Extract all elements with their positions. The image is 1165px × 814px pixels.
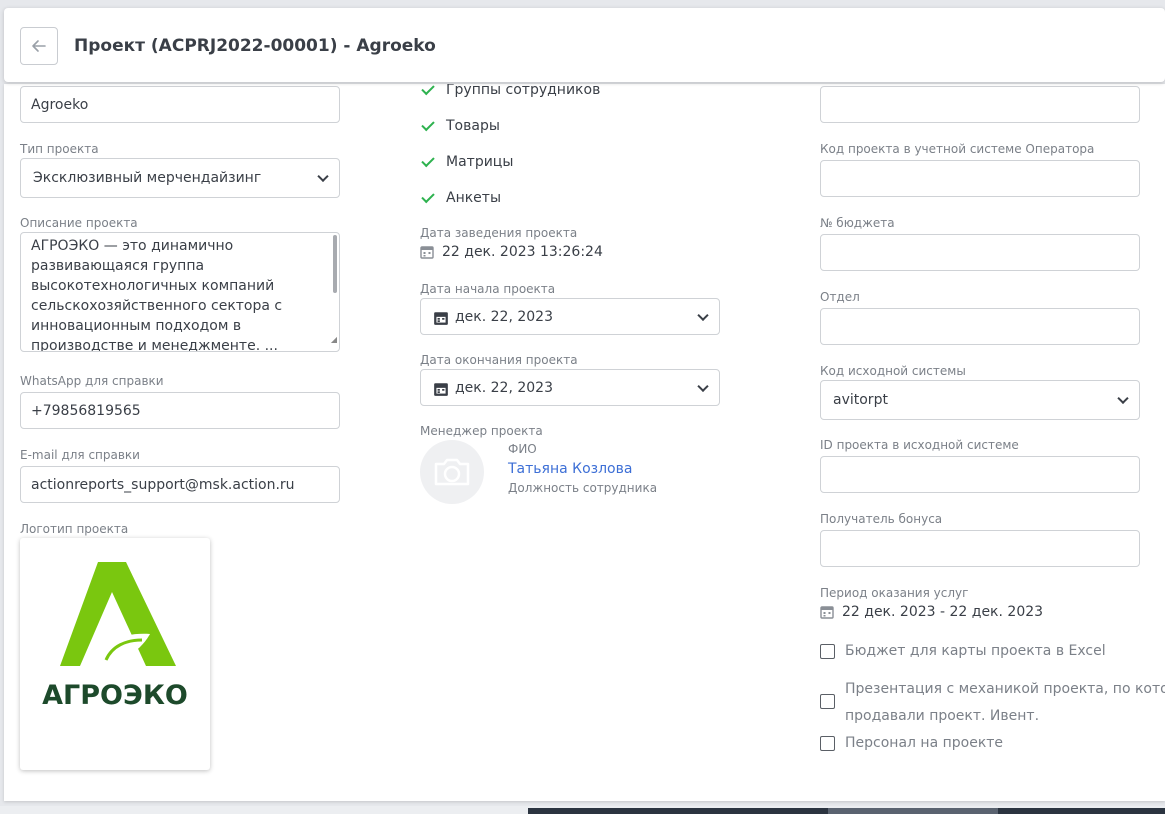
manager-name-link[interactable]: Татьяна Козлова [508, 461, 632, 477]
chevron-down-icon [697, 309, 709, 321]
checkbox-icon[interactable] [820, 643, 835, 659]
project-type-label: Тип проекта [20, 142, 99, 156]
project-type-value: Эксклюзивный мерчендайзинг [33, 170, 262, 186]
whatsapp-input[interactable]: +79856819565 [20, 392, 340, 429]
budget-label: № бюджета [820, 216, 895, 230]
taskbar-mid-segment [828, 808, 998, 814]
checkbox-budget-excel[interactable]: Бюджет для карты проекта в Excel [820, 637, 1106, 665]
checkbox-label-line1: Презентация с механикой проекта, по кото… [845, 681, 1165, 697]
textarea-scrollbar[interactable] [333, 235, 337, 293]
end-date-picker[interactable]: дек. 22, 2023 [420, 369, 720, 406]
start-date-value: дек. 22, 2023 [455, 308, 553, 325]
manager-avatar[interactable] [420, 440, 484, 504]
calendar-icon [420, 245, 434, 259]
email-input[interactable]: actionreports_support@msk.action.ru [20, 466, 340, 503]
calendar-icon [433, 381, 448, 396]
check-employee-groups: Группы сотрудников [420, 84, 600, 98]
project-name-value: Agroeko [31, 96, 89, 113]
project-form: Agroeko Тип проекта Эксклюзивный мерченд… [4, 84, 1165, 801]
checkbox-label: Бюджет для карты проекта в Excel [845, 643, 1106, 659]
operator-code-input[interactable] [820, 160, 1140, 197]
end-date-value: дек. 22, 2023 [455, 379, 553, 396]
service-period: 22 дек. 2023 - 22 дек. 2023 [820, 604, 1043, 620]
source-code-label: Код исходной системы [820, 364, 966, 378]
email-value: actionreports_support@msk.action.ru [31, 476, 295, 493]
page-title: Проект (ACPRJ2022-00001) - Agroeko [74, 36, 436, 56]
created-date: 22 дек. 2023 13:26:24 [420, 244, 603, 260]
check-label: Матрицы [446, 154, 514, 170]
manager-label: Менеджер проекта [420, 424, 543, 438]
source-code-select[interactable]: avitorpt [820, 380, 1140, 420]
checkbox-label-line2: продавали проект. Ивент. [845, 708, 1040, 724]
budget-input[interactable] [820, 234, 1140, 271]
bottom-taskbar-strip [0, 806, 1165, 814]
check-label: Анкеты [446, 190, 502, 206]
check-label: Товары [446, 118, 500, 134]
check-icon [421, 117, 435, 131]
top-right-input[interactable] [820, 86, 1140, 123]
chevron-down-icon [317, 170, 329, 183]
checkbox-icon[interactable] [820, 735, 835, 751]
project-description-value: АГРОЭКО — это динамично развивающаяся гр… [31, 238, 283, 352]
page-header: Проект (ACPRJ2022-00001) - Agroeko [4, 8, 1165, 82]
start-date-picker[interactable]: дек. 22, 2023 [420, 298, 720, 335]
checkbox-icon[interactable] [820, 693, 835, 709]
department-input[interactable] [820, 308, 1140, 345]
check-label: Группы сотрудников [446, 84, 601, 98]
project-description-textarea[interactable]: АГРОЭКО — это динамично развивающаяся гр… [20, 232, 340, 352]
service-period-value: 22 дек. 2023 - 22 дек. 2023 [842, 604, 1044, 620]
operator-code-label: Код проекта в учетной системе Оператора [820, 142, 1095, 156]
checkbox-presentation[interactable]: Презентация с механикой проекта, по кото… [820, 674, 1165, 728]
check-icon [421, 189, 435, 203]
created-date-label: Дата заведения проекта [420, 226, 578, 240]
source-code-value: avitorpt [833, 392, 888, 408]
arrow-left-icon [32, 40, 46, 52]
email-label: E-mail для справки [20, 448, 140, 462]
logo-label: Логотип проекта [20, 522, 129, 536]
project-name-input[interactable]: Agroeko [20, 86, 340, 123]
manager-position: Должность сотрудника [508, 481, 658, 495]
calendar-icon [433, 310, 448, 325]
project-type-select[interactable]: Эксклюзивный мерчендайзинг [20, 158, 340, 198]
logo-text: АГРОЭКО [42, 680, 188, 711]
manager-fio-label: ФИО [508, 442, 537, 456]
back-button[interactable] [20, 27, 58, 65]
chevron-down-icon [1117, 392, 1129, 405]
check-surveys: Анкеты [420, 189, 502, 206]
project-logo[interactable]: АГРОЭКО [20, 538, 210, 770]
camera-icon [434, 458, 470, 486]
check-matrices: Матрицы [420, 153, 514, 170]
bonus-recipient-input[interactable] [820, 530, 1140, 567]
source-id-label: ID проекта в исходной системе [820, 438, 1019, 452]
source-id-input[interactable] [820, 456, 1140, 493]
resize-handle-icon[interactable]: ◢ [331, 330, 337, 350]
checkbox-label-multiline: Презентация с механикой проекта, по кото… [845, 674, 1165, 728]
check-products: Товары [420, 117, 500, 134]
whatsapp-value: +79856819565 [31, 402, 141, 419]
start-date-label: Дата начала проекта [420, 282, 556, 296]
chevron-down-icon [697, 380, 709, 392]
check-icon [421, 153, 435, 167]
check-icon [421, 84, 435, 95]
project-description-label: Описание проекта [20, 216, 138, 230]
bonus-recipient-label: Получатель бонуса [820, 512, 943, 526]
agroeko-logo-icon: АГРОЭКО [42, 562, 188, 711]
calendar-icon [820, 605, 834, 619]
checkbox-staff[interactable]: Персонал на проекте [820, 729, 1003, 757]
department-label: Отдел [820, 290, 860, 304]
service-period-label: Период оказания услуг [820, 586, 969, 600]
end-date-label: Дата окончания проекта [420, 353, 578, 367]
whatsapp-label: WhatsApp для справки [20, 374, 164, 388]
checkbox-label: Персонал на проекте [845, 735, 1004, 751]
created-date-value: 22 дек. 2023 13:26:24 [442, 244, 603, 260]
